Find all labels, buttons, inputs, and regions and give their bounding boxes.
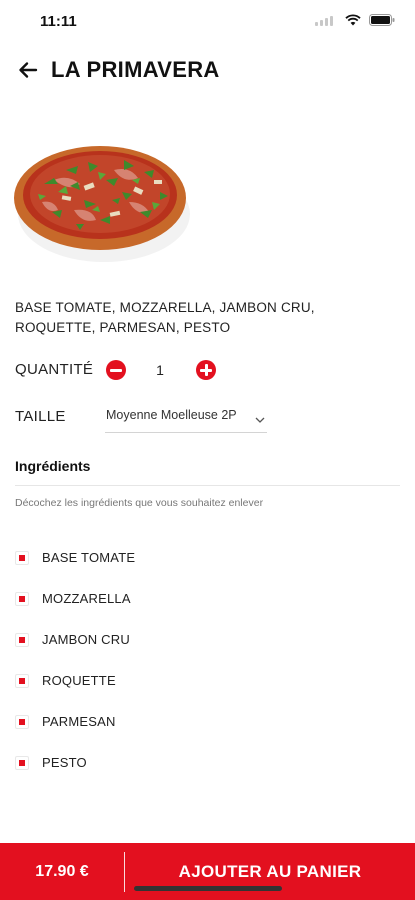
ingredient-label: BASE TOMATE xyxy=(42,550,136,565)
ingredients-hint: Décochez les ingrédients que vous souhai… xyxy=(15,497,264,509)
ingredient-checkbox[interactable] xyxy=(15,633,29,647)
minus-icon xyxy=(110,368,122,372)
bottom-bar: 17.90 € AJOUTER AU PANIER xyxy=(0,843,415,900)
home-indicator xyxy=(134,886,282,891)
wifi-icon xyxy=(345,14,361,26)
status-time: 11:11 xyxy=(40,13,77,30)
battery-icon xyxy=(369,14,395,26)
ingredient-checkbox[interactable] xyxy=(15,592,29,606)
ingredient-checkbox[interactable] xyxy=(15,715,29,729)
divider xyxy=(15,485,400,486)
quantity-label: QUANTITÉ xyxy=(15,361,94,378)
ingredient-item-pesto[interactable]: PESTO xyxy=(15,751,315,775)
signal-icon xyxy=(315,14,337,26)
back-arrow-icon[interactable] xyxy=(16,58,40,82)
increase-quantity-button[interactable] xyxy=(196,360,216,380)
ingredient-checkbox[interactable] xyxy=(15,756,29,770)
ingredient-label: PESTO xyxy=(42,755,87,770)
pizza-image xyxy=(14,140,190,264)
ingredient-label: JAMBON CRU xyxy=(42,632,130,647)
size-selected-value: Moyenne Moelleuse 2P xyxy=(106,408,237,422)
ingredient-label: PARMESAN xyxy=(42,714,116,729)
status-icons xyxy=(315,14,395,26)
ingredient-checkbox[interactable] xyxy=(15,674,29,688)
size-label: TAILLE xyxy=(15,408,66,425)
page-header: LA PRIMAVERA xyxy=(0,50,415,90)
ingredient-item-jambon-cru[interactable]: JAMBON CRU xyxy=(15,628,315,652)
status-bar: 11:11 xyxy=(0,0,415,44)
quantity-value: 1 xyxy=(156,362,164,378)
ingredient-label: ROQUETTE xyxy=(42,673,116,688)
ingredients-title: Ingrédients xyxy=(15,458,91,474)
size-select[interactable]: Moyenne Moelleuse 2P xyxy=(105,402,267,433)
add-to-cart-button[interactable]: AJOUTER AU PANIER xyxy=(125,843,415,900)
ingredient-label: MOZZARELLA xyxy=(42,591,131,606)
page-title: LA PRIMAVERA xyxy=(51,57,220,82)
ingredient-item-mozzarella[interactable]: MOZZARELLA xyxy=(15,587,315,611)
decrease-quantity-button[interactable] xyxy=(106,360,126,380)
total-price: 17.90 € xyxy=(35,863,89,880)
chevron-down-icon xyxy=(255,411,265,423)
ingredient-item-parmesan[interactable]: PARMESAN xyxy=(15,710,315,734)
ingredient-item-roquette[interactable]: ROQUETTE xyxy=(15,669,315,693)
ingredient-item-base-tomate[interactable]: BASE TOMATE xyxy=(15,546,315,570)
product-description: BASE TOMATE, MOZZARELLA, JAMBON CRU, ROQ… xyxy=(15,300,315,335)
ingredient-checkbox[interactable] xyxy=(15,551,29,565)
